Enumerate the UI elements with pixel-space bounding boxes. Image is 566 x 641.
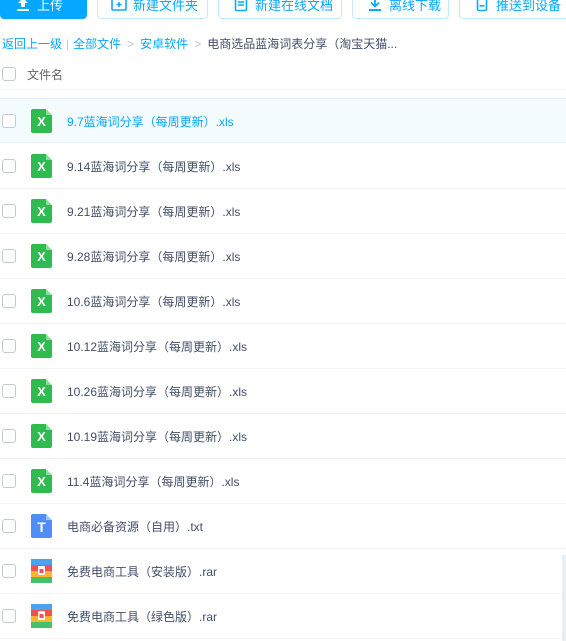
toolbar: 上传 新建文件夹 新建在线文档 离线下载 推送到设备 <box>0 0 566 21</box>
breadcrumb-back-link[interactable]: 返回上一级 <box>2 35 62 52</box>
chevron-right-icon: > <box>194 36 202 51</box>
file-name[interactable]: 9.14蓝海词分享（每周更新）.xls <box>67 158 240 175</box>
file-name[interactable]: 9.21蓝海词分享（每周更新）.xls <box>67 203 240 220</box>
breadcrumb: 返回上一级 | 全部文件 > 安卓软件 > 电商选品蓝海词表分享（淘宝天猫... <box>2 35 397 52</box>
file-row[interactable]: T 电商必备资源（自用）.txt <box>0 504 566 549</box>
file-row[interactable]: 免费电商工具（绿色版）.rar <box>0 594 566 639</box>
file-checkbox[interactable] <box>2 384 16 398</box>
file-name[interactable]: 9.28蓝海词分享（每周更新）.xls <box>67 248 240 265</box>
excel-file-icon: X <box>31 154 52 178</box>
file-name[interactable]: 免费电商工具（绿色版）.rar <box>67 608 217 625</box>
upload-icon <box>17 0 29 11</box>
file-checkbox[interactable] <box>2 114 16 128</box>
file-checkbox[interactable] <box>2 339 16 353</box>
file-name[interactable]: 10.19蓝海词分享（每周更新）.xls <box>67 428 247 445</box>
excel-file-icon: X <box>31 289 52 313</box>
file-row[interactable]: X 9.28蓝海词分享（每周更新）.xls <box>0 234 566 279</box>
new-folder-button[interactable]: 新建文件夹 <box>97 0 208 19</box>
download-icon <box>369 0 381 11</box>
breadcrumb-folder-link[interactable]: 安卓软件 <box>140 35 188 52</box>
offline-download-button[interactable]: 离线下载 <box>352 0 449 19</box>
file-name[interactable]: 电商必备资源（自用）.txt <box>67 518 203 535</box>
file-row[interactable]: X 11.4蓝海词分享（每周更新）.xls <box>0 459 566 504</box>
file-row[interactable]: X 9.14蓝海词分享（每周更新）.xls <box>0 144 566 189</box>
new-folder-label: 新建文件夹 <box>133 0 199 13</box>
file-name[interactable]: 10.6蓝海词分享（每周更新）.xls <box>67 293 240 310</box>
text-file-icon: T <box>31 514 52 538</box>
device-icon <box>476 0 488 12</box>
excel-file-icon: X <box>31 109 52 133</box>
file-checkbox[interactable] <box>2 204 16 218</box>
excel-file-icon: X <box>31 244 52 268</box>
document-icon <box>234 0 248 12</box>
file-row[interactable]: X 9.21蓝海词分享（每周更新）.xls <box>0 189 566 234</box>
breadcrumb-current: 电商选品蓝海词表分享（淘宝天猫... <box>207 37 398 51</box>
new-online-doc-label: 新建在线文档 <box>255 0 334 13</box>
file-row[interactable]: 免费电商工具（安装版）.rar <box>0 549 566 594</box>
breadcrumb-divider: | <box>66 36 70 51</box>
file-name[interactable]: 免费电商工具（安装版）.rar <box>67 563 217 580</box>
archive-file-icon <box>31 559 52 583</box>
excel-file-icon: X <box>31 334 52 358</box>
archive-file-icon <box>31 604 52 628</box>
upload-label: 上传 <box>37 0 64 13</box>
file-row[interactable]: X 10.19蓝海词分享（每周更新）.xls <box>0 414 566 459</box>
excel-file-icon: X <box>31 424 52 448</box>
upload-button[interactable]: 上传 <box>0 0 87 19</box>
file-name[interactable]: 10.26蓝海词分享（每周更新）.xls <box>67 383 247 400</box>
push-to-device-label: 推送到设备 <box>496 0 562 13</box>
chevron-right-icon: > <box>127 36 135 51</box>
excel-file-icon: X <box>31 469 52 493</box>
file-row[interactable]: X 10.12蓝海词分享（每周更新）.xls <box>0 324 566 369</box>
file-checkbox[interactable] <box>2 294 16 308</box>
file-row[interactable]: X 10.26蓝海词分享（每周更新）.xls <box>0 369 566 414</box>
file-checkbox[interactable] <box>2 474 16 488</box>
file-checkbox[interactable] <box>2 429 16 443</box>
offline-download-label: 离线下载 <box>389 0 442 13</box>
new-online-doc-button[interactable]: 新建在线文档 <box>218 0 342 19</box>
file-name[interactable]: 11.4蓝海词分享（每周更新）.xls <box>67 473 239 490</box>
file-checkbox[interactable] <box>2 249 16 263</box>
excel-file-icon: X <box>31 379 52 403</box>
folder-plus-icon <box>111 0 127 11</box>
push-to-device-button[interactable]: 推送到设备 <box>459 0 566 19</box>
file-name[interactable]: 9.7蓝海词分享（每周更新）.xls <box>67 113 234 130</box>
file-checkbox[interactable] <box>2 609 16 623</box>
file-row[interactable]: X 9.7蓝海词分享（每周更新）.xls <box>0 98 566 143</box>
select-all-checkbox[interactable] <box>2 67 16 81</box>
file-row[interactable]: X 10.6蓝海词分享（每周更新）.xls <box>0 279 566 324</box>
file-name[interactable]: 10.12蓝海词分享（每周更新）.xls <box>67 338 247 355</box>
scrollbar[interactable] <box>562 555 566 641</box>
excel-file-icon: X <box>31 199 52 223</box>
column-filename-header[interactable]: 文件名 <box>27 66 63 83</box>
file-checkbox[interactable] <box>2 564 16 578</box>
list-header: 文件名 <box>0 60 566 90</box>
file-checkbox[interactable] <box>2 519 16 533</box>
file-checkbox[interactable] <box>2 159 16 173</box>
breadcrumb-all-files-link[interactable]: 全部文件 <box>73 35 121 52</box>
